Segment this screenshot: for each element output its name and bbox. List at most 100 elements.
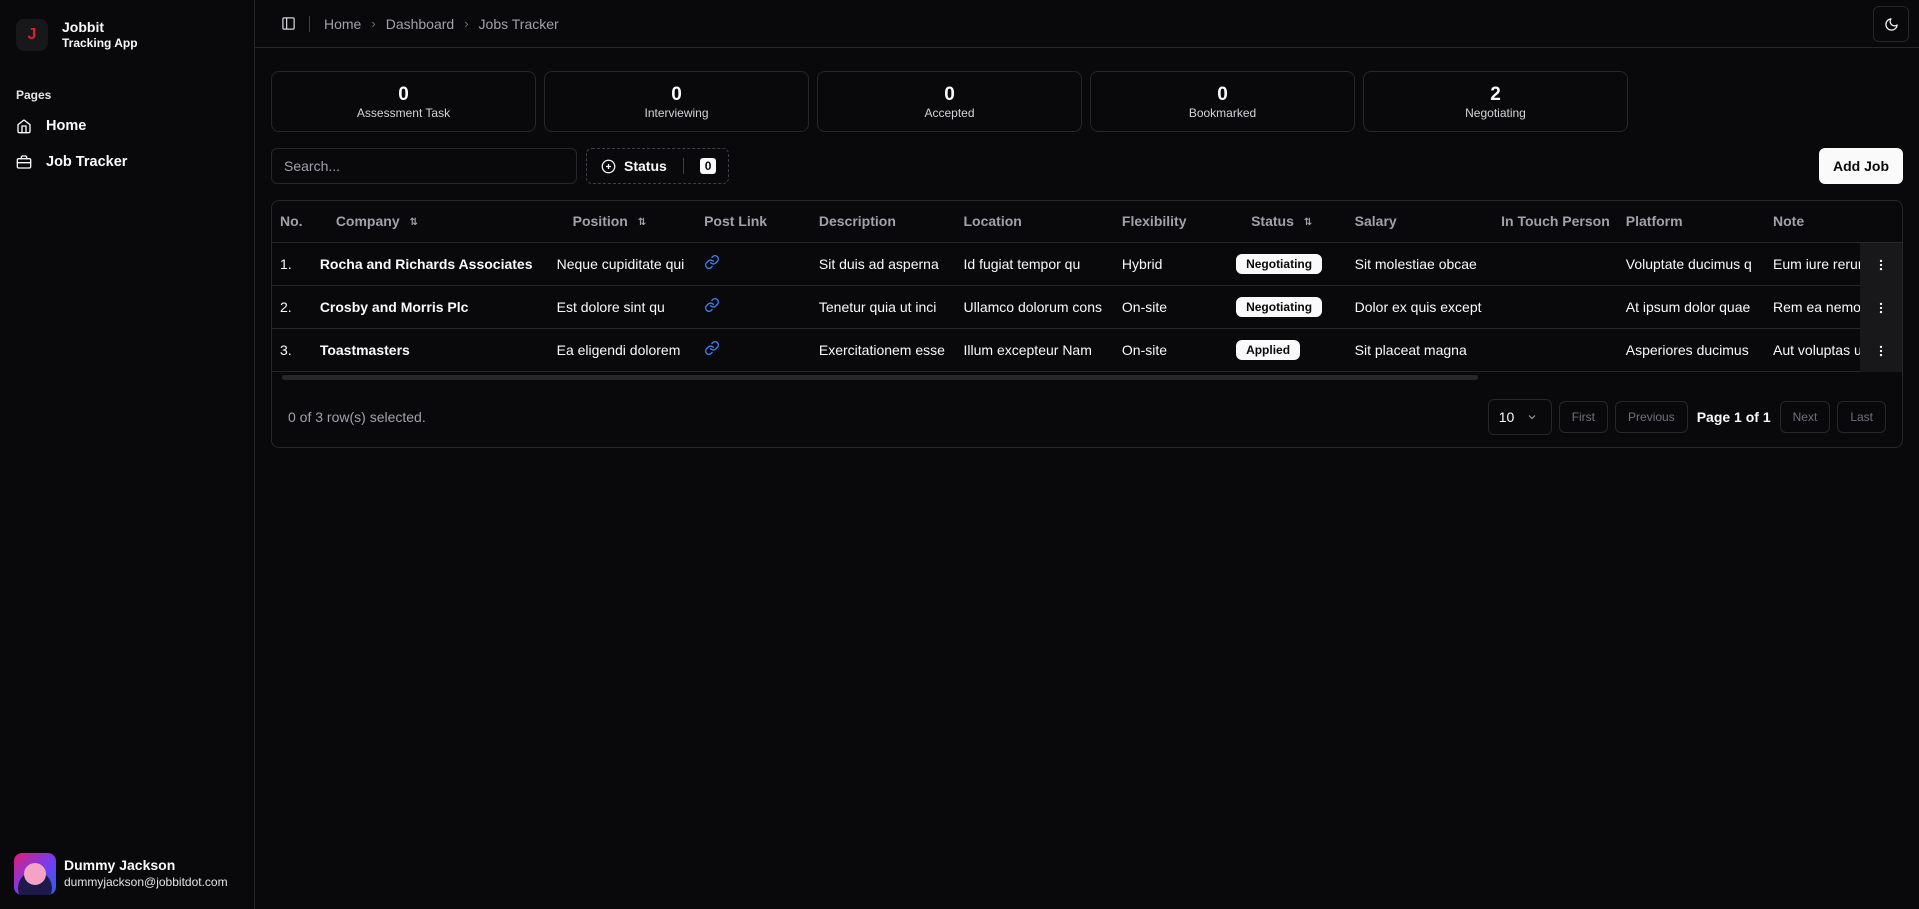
row-actions-button[interactable] [1860,329,1902,372]
cell-status: Negotiating [1228,242,1347,285]
breadcrumb-home[interactable]: Home [324,16,361,32]
column-header-no: No. [280,213,303,230]
nav-section-label: Pages [16,88,52,102]
column-header-status[interactable]: Status ⇅ [1228,201,1347,242]
briefcase-icon [16,155,32,169]
cell-platform: Asperiores ducimus [1625,341,1749,358]
house-icon [17,119,31,134]
table-toolbar: Status 0 Add Job [271,148,1903,184]
column-header-post-link: Post Link [704,213,768,230]
cell-status: Applied [1228,328,1347,371]
user-name: Dummy Jackson [64,857,176,873]
avatar [14,853,56,895]
column-header-position[interactable]: Position ⇅ [549,201,696,242]
sort-icon[interactable]: ⇅ [638,217,646,228]
cell-position: Est dolore sint qu [556,298,665,315]
page-size-value: 10 [1498,409,1515,425]
status-filter-button[interactable]: Status 0 [586,148,730,184]
column-header-company[interactable]: Company ⇅ [312,201,549,242]
cell-description: Tenetur quia ut inci [818,298,937,315]
cell-post-link [696,285,811,328]
chevron-right-icon: › [371,16,376,31]
divider [309,15,310,32]
table-header-row: No. Company ⇅ Position ⇅ Post Link Descrip… [272,201,1902,242]
link-icon[interactable] [704,340,720,356]
table-row[interactable]: 2. Crosby and Morris Plc Est dolore sint… [272,285,1902,328]
stat-card: 0 Assessment Task [271,71,536,132]
jobs-table-card: No. Company ⇅ Position ⇅ Post Link Descrip… [271,200,1903,448]
panel-left-icon [281,17,295,30]
sidebar-item-home[interactable]: Home [8,108,246,144]
row-actions-button[interactable] [1860,243,1902,286]
column-header-platform: Platform [1625,213,1683,230]
cell-flexibility: On-site [1121,341,1168,358]
sidebar-nav: Home Job Tracker [0,102,254,186]
table-row[interactable]: 3. Toastmasters Ea eligendi dolorem Exer… [272,328,1902,371]
search-input[interactable] [271,148,577,184]
cell-status: Negotiating [1228,285,1347,328]
user-menu[interactable]: Dummy Jackson dummyjackson@jobbitdot.com [14,853,228,895]
stat-label: Bookmarked [1188,105,1257,120]
cell-post-link [696,328,811,371]
column-header-flexibility: Flexibility [1121,213,1187,230]
cell-no: 2. [280,298,292,315]
brand-name: Jobbit [62,19,104,35]
column-header-note: Note [1773,213,1805,230]
cell-no: 1. [280,255,292,272]
sort-icon[interactable]: ⇅ [410,217,418,228]
page-size-select[interactable]: 10 [1487,399,1552,435]
cell-no: 3. [280,341,292,358]
cell-post-link [696,242,811,285]
row-actions-button[interactable] [1860,286,1902,329]
cell-position: Neque cupiditate qui [556,255,685,272]
table-footer: 0 of 3 row(s) selected. 10 First Previou… [272,397,1902,437]
sort-icon[interactable]: ⇅ [1304,217,1312,228]
cell-in-touch-person [1493,328,1618,371]
next-page-button[interactable]: Next [1779,401,1831,433]
table-row[interactable]: 1. Rocha and Richards Associates Neque c… [272,242,1902,285]
cell-position: Ea eligendi dolorem [556,341,681,358]
cell-company: Crosby and Morris Plc [319,298,469,315]
sidebar-item-job-tracker[interactable]: Job Tracker [8,144,246,180]
page-info: Page 1 of 1 [1696,409,1771,425]
link-icon[interactable] [704,297,720,313]
column-header-location: Location [963,213,1022,230]
cell-salary: Sit molestiae obcae [1354,255,1477,272]
previous-page-button[interactable]: Previous [1615,401,1688,433]
cell-flexibility: On-site [1121,298,1168,315]
breadcrumb-dashboard[interactable]: Dashboard [386,16,455,32]
stat-value: 0 [671,83,682,105]
add-job-button[interactable]: Add Job [1819,148,1903,184]
stat-label: Interviewing [644,105,709,120]
more-vertical-icon [1879,345,1883,356]
plus-circle-icon [601,159,616,173]
status-badge: Negotiating [1236,253,1323,274]
link-icon[interactable] [704,254,720,270]
stat-value: 0 [944,83,955,105]
stat-label: Accepted [924,105,975,120]
brand[interactable]: J Jobbit Tracking App [0,0,254,70]
sidebar-item-label: Job Tracker [46,154,128,170]
last-page-button[interactable]: Last [1837,401,1886,433]
cell-in-touch-person [1493,285,1618,328]
cell-location: Illum excepteur Nam [963,341,1092,358]
stat-card: 0 Accepted [817,71,1082,132]
selection-count: 0 of 3 row(s) selected. [288,409,426,425]
chevron-down-icon [1528,415,1536,420]
stat-label: Assessment Task [356,105,451,120]
cell-description: Exercitationem esse [818,341,945,358]
stat-card: 0 Bookmarked [1090,71,1355,132]
horizontal-scrollbar[interactable] [282,375,1478,380]
cell-in-touch-person [1493,242,1618,285]
first-page-button[interactable]: First [1558,401,1609,433]
more-vertical-icon [1879,259,1883,270]
sidebar-toggle-button[interactable] [275,11,301,37]
status-badge: Applied [1236,339,1301,360]
pagination: 10 First Previous Page 1 of 1 Next Last [1487,399,1886,435]
stat-card: 2 Negotiating [1363,71,1628,132]
column-header-description: Description [818,213,896,230]
theme-toggle-button[interactable] [1873,6,1909,42]
cell-location: Id fugiat tempor qu [963,255,1081,272]
cell-company: Rocha and Richards Associates [319,255,533,272]
status-filter-label: Status [624,158,667,174]
